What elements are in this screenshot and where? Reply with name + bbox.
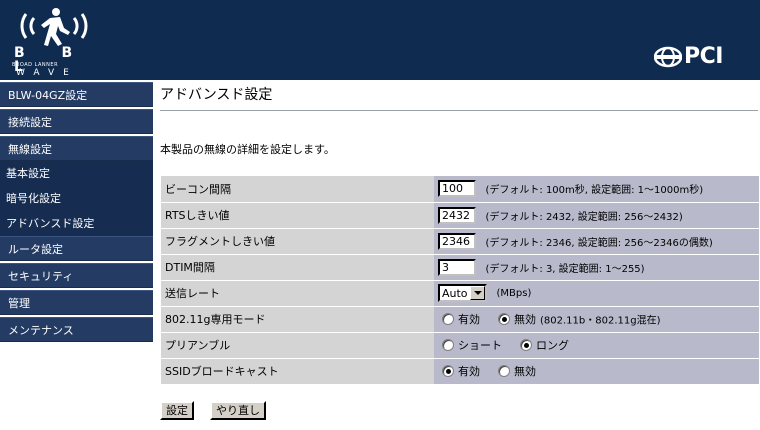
- sidebar-item-admin[interactable]: 管理: [0, 290, 153, 315]
- apply-button[interactable]: 設定: [160, 401, 194, 420]
- sidebar-item-router[interactable]: ルータ設定: [0, 236, 153, 261]
- ssid-broadcast-label: SSIDブロードキャスト: [161, 358, 434, 385]
- table-row: 802.11g専用モード 有効 無効 (802.11b・802.11g混在): [161, 306, 759, 333]
- beacon-interval-hint: (デフォルト: 100m秒, 設定範囲: 1〜1000m秒): [485, 185, 704, 197]
- g-only-disable-label: 無効: [514, 313, 536, 326]
- bbl-logo: B B L BROAD LANNER WAVE: [4, 4, 104, 78]
- sidebar-subitem-basic[interactable]: 基本設定: [0, 161, 153, 186]
- preamble-long-radio[interactable]: [520, 339, 532, 351]
- table-row: DTIM間隔 (デフォルト: 3, 設定範囲: 1〜255): [161, 254, 759, 281]
- header-banner: B B L BROAD LANNER WAVE PCI: [0, 0, 760, 80]
- chevron-down-icon[interactable]: [470, 286, 485, 300]
- table-row: ビーコン間隔 (デフォルト: 100m秒, 設定範囲: 1〜1000m秒): [161, 176, 759, 203]
- reset-button[interactable]: やり直し: [210, 401, 266, 420]
- tx-rate-unit: (MBps): [496, 287, 532, 299]
- wireless-waves-icon: [20, 8, 88, 46]
- ssid-broadcast-disable-label: 無効: [514, 365, 536, 378]
- sidebar-item-maintenance[interactable]: メンテナンス: [0, 317, 153, 342]
- table-row: RTSしきい値 (デフォルト: 2432, 設定範囲: 256〜2432): [161, 202, 759, 229]
- sidebar-subitem-advanced[interactable]: アドバンスド設定: [0, 211, 153, 236]
- globe-icon: [654, 46, 682, 68]
- fragment-threshold-input[interactable]: [438, 232, 476, 250]
- sidebar-item-device-settings[interactable]: BLW-04GZ設定: [0, 82, 153, 107]
- page-description: 本製品の無線の詳細を設定します。: [160, 143, 335, 156]
- g-only-enable-radio[interactable]: [442, 313, 454, 325]
- brand-name: PCI: [684, 44, 723, 69]
- beacon-interval-label: ビーコン間隔: [161, 176, 434, 203]
- g-only-mode-label: 802.11g専用モード: [161, 306, 434, 333]
- ssid-broadcast-enable-label: 有効: [458, 365, 480, 378]
- sidebar: BLW-04GZ設定 接続設定 無線設定 基本設定 暗号化設定 アドバンスド設定…: [0, 80, 153, 430]
- beacon-interval-input[interactable]: [438, 180, 476, 198]
- table-row: 送信レート Auto (MBps): [161, 280, 759, 307]
- logo-wave: WAVE: [16, 68, 78, 78]
- rts-threshold-label: RTSしきい値: [161, 202, 434, 229]
- sidebar-subitem-encryption[interactable]: 暗号化設定: [0, 186, 153, 211]
- sidebar-item-security[interactable]: セキュリティ: [0, 263, 153, 288]
- ssid-broadcast-disable-radio[interactable]: [498, 365, 510, 377]
- dtim-interval-hint: (デフォルト: 3, 設定範囲: 1〜255): [485, 263, 645, 275]
- g-only-note: (802.11b・802.11g混在): [540, 315, 661, 327]
- fragment-threshold-hint: (デフォルト: 2346, 設定範囲: 256〜2346の偶数): [485, 237, 713, 249]
- ssid-broadcast-enable-radio[interactable]: [442, 365, 454, 377]
- g-only-enable-label: 有効: [458, 313, 480, 326]
- dtim-interval-label: DTIM間隔: [161, 254, 434, 281]
- title-divider: [160, 110, 758, 112]
- rts-threshold-hint: (デフォルト: 2432, 設定範囲: 256〜2432): [485, 211, 683, 223]
- rts-threshold-input[interactable]: [438, 206, 476, 224]
- dtim-interval-input[interactable]: [438, 258, 476, 276]
- sidebar-item-connection[interactable]: 接続設定: [0, 109, 153, 134]
- g-only-disable-radio[interactable]: [498, 313, 510, 325]
- table-row: SSIDブロードキャスト 有効 無効: [161, 358, 759, 385]
- tx-rate-selected: Auto: [442, 287, 468, 300]
- fragment-threshold-label: フラグメントしきい値: [161, 228, 434, 255]
- preamble-label: プリアンブル: [161, 332, 434, 359]
- preamble-long-label: ロング: [536, 339, 569, 352]
- page-title: アドバンスド設定: [160, 87, 273, 103]
- table-row: フラグメントしきい値 (デフォルト: 2346, 設定範囲: 256〜2346の…: [161, 228, 759, 255]
- preamble-short-radio[interactable]: [442, 339, 454, 351]
- tx-rate-label: 送信レート: [161, 280, 434, 307]
- settings-table: ビーコン間隔 (デフォルト: 100m秒, 設定範囲: 1〜1000m秒) RT…: [161, 176, 759, 385]
- preamble-short-label: ショート: [458, 339, 502, 352]
- sidebar-item-wireless[interactable]: 無線設定: [0, 136, 153, 161]
- pci-logo: PCI: [654, 44, 754, 70]
- table-row: プリアンブル ショート ロング: [161, 332, 759, 359]
- tx-rate-select[interactable]: Auto: [438, 284, 487, 302]
